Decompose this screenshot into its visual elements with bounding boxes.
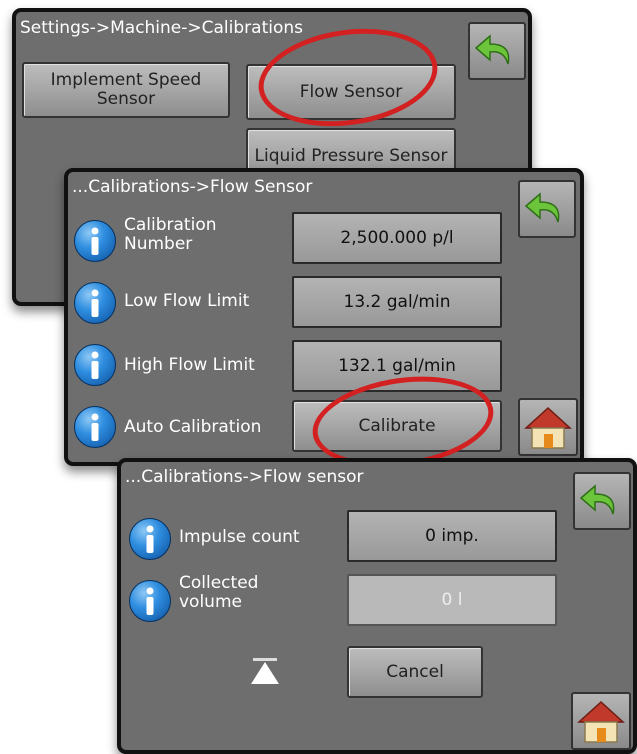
- auto-calibration-label: Auto Calibration: [124, 417, 262, 437]
- home-icon: [524, 406, 572, 449]
- info-icon[interactable]: [74, 406, 116, 448]
- home-button[interactable]: [518, 398, 578, 456]
- impulse-count-value: 0 imp.: [425, 526, 479, 546]
- high-flow-limit-value: 132.1 gal/min: [338, 356, 456, 376]
- calibration-number-label: Calibration Number: [124, 215, 217, 254]
- collected-volume-value: 0 l: [441, 590, 463, 610]
- collected-volume-label: Collected volume: [179, 573, 259, 612]
- calibration-number-field[interactable]: 2,500.000 p/l: [292, 212, 502, 264]
- info-icon[interactable]: [74, 220, 116, 262]
- info-icon[interactable]: [74, 344, 116, 386]
- breadcrumb: ...Calibrations->Flow sensor: [125, 467, 364, 487]
- back-button[interactable]: [468, 22, 526, 80]
- info-icon[interactable]: [129, 518, 171, 560]
- back-button[interactable]: [573, 472, 631, 530]
- back-arrow-icon: [524, 192, 560, 223]
- info-icon[interactable]: [74, 282, 116, 324]
- back-arrow-icon: [579, 484, 615, 515]
- collected-volume-field: 0 l: [347, 574, 557, 626]
- low-flow-limit-field[interactable]: 13.2 gal/min: [292, 276, 502, 328]
- liquid-pressure-sensor-label: Liquid Pressure Sensor: [254, 145, 448, 166]
- flow-sensor-calibrate-panel: ...Calibrations->Flow sensor Impulse cou…: [117, 458, 637, 754]
- impulse-count-field: 0 imp.: [347, 510, 557, 562]
- cancel-button[interactable]: Cancel: [347, 646, 483, 698]
- info-icon[interactable]: [129, 580, 171, 622]
- home-button[interactable]: [571, 692, 631, 750]
- home-icon: [577, 700, 625, 743]
- calibration-number-value: 2,500.000 p/l: [340, 228, 454, 248]
- implement-speed-sensor-button[interactable]: Implement Speed Sensor: [22, 62, 230, 118]
- back-arrow-icon: [474, 34, 510, 65]
- impulse-count-label: Impulse count: [179, 527, 300, 547]
- implement-speed-sensor-label: Implement Speed Sensor: [50, 70, 202, 109]
- back-button[interactable]: [518, 180, 576, 238]
- breadcrumb: Settings->Machine->Calibrations: [20, 18, 303, 38]
- low-flow-limit-value: 13.2 gal/min: [343, 292, 451, 312]
- breadcrumb: ...Calibrations->Flow Sensor: [72, 177, 313, 197]
- high-flow-limit-label: High Flow Limit: [124, 355, 255, 375]
- cancel-label: Cancel: [386, 661, 444, 682]
- eject-icon: [251, 658, 279, 684]
- low-flow-limit-label: Low Flow Limit: [124, 291, 250, 311]
